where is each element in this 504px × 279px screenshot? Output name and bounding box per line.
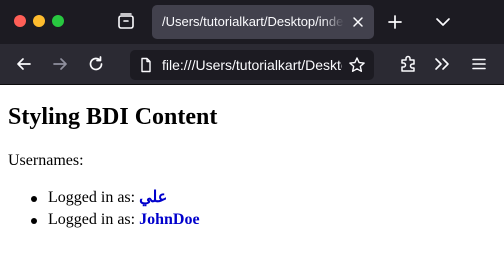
login-prefix: Logged in as:: [48, 189, 136, 206]
list-item: Logged in as: JohnDoe: [0, 209, 504, 231]
url-text[interactable]: file:///Users/tutorialkart/Desktop/index…: [162, 57, 342, 74]
reload-icon[interactable]: [86, 54, 106, 74]
active-tab[interactable]: /Users/tutorialkart/Desktop/index.html: [152, 5, 374, 39]
tab-title: /Users/tutorialkart/Desktop/index.html: [162, 14, 344, 30]
close-window-button[interactable]: [14, 15, 26, 27]
bullet-icon: [31, 218, 37, 224]
bullet-icon: [31, 196, 37, 202]
list-all-tabs-icon[interactable]: [434, 15, 452, 29]
file-icon: [141, 57, 151, 73]
tab-overview-icon[interactable]: [116, 11, 136, 31]
username: JohnDoe: [139, 211, 200, 228]
list-item: Logged in as: علي: [0, 187, 504, 209]
close-tab-icon[interactable]: [350, 14, 366, 30]
page-heading: Styling BDI Content: [8, 104, 218, 130]
navigation-toolbar: file:///Users/tutorialkart/Desktop/index…: [0, 44, 504, 85]
address-bar[interactable]: file:///Users/tutorialkart/Desktop/index…: [130, 50, 374, 80]
overflow-menu-icon[interactable]: [433, 55, 451, 73]
usernames-label: Usernames:: [8, 152, 84, 169]
minimize-window-button[interactable]: [33, 15, 45, 27]
login-prefix: Logged in as:: [48, 211, 136, 228]
forward-icon[interactable]: [50, 54, 70, 74]
app-menu-icon[interactable]: [470, 55, 488, 73]
bookmark-star-icon[interactable]: [348, 56, 366, 74]
extensions-icon[interactable]: [398, 54, 418, 74]
maximize-window-button[interactable]: [52, 15, 64, 27]
new-tab-icon[interactable]: [386, 13, 404, 31]
username: علي: [139, 189, 168, 206]
back-icon[interactable]: [14, 54, 34, 74]
browser-titlebar: /Users/tutorialkart/Desktop/index.html: [0, 0, 504, 44]
page-content: Styling BDI Content Usernames: Logged in…: [0, 85, 504, 279]
user-list: Logged in as: علي Logged in as: JohnDoe: [0, 187, 504, 231]
